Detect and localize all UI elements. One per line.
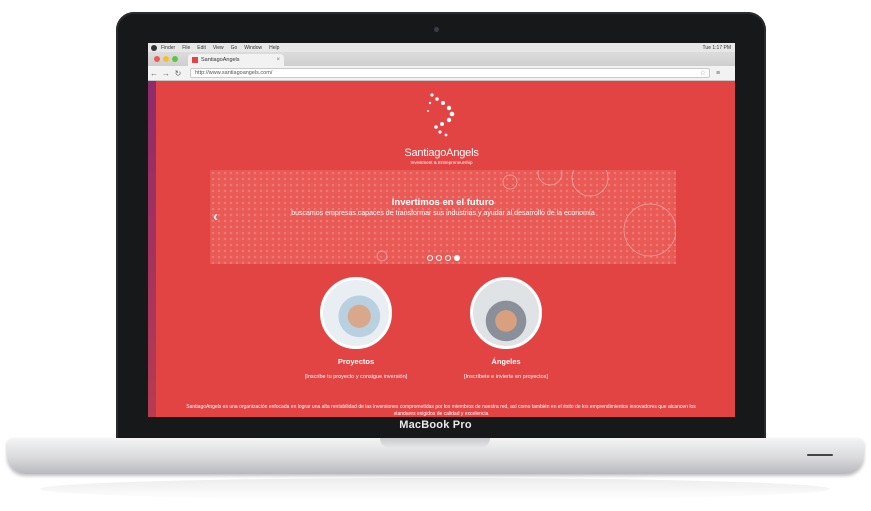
menu-view[interactable]: View (213, 45, 224, 51)
brand-tagline: Investment & Entrepreneurship (410, 160, 473, 165)
menu-window[interactable]: Window (244, 45, 262, 51)
feature-subtitle[interactable]: [Inscríbete e invierte en proyectos] (416, 374, 596, 380)
hero-slider: ‹ Invertimos en el futuro buscamos empre… (210, 170, 676, 264)
proyectos-image[interactable] (320, 277, 392, 349)
menu-edit[interactable]: Edit (197, 45, 206, 51)
laptop-reflection (40, 478, 830, 500)
browser-tabbar: SantiagoAngels × (148, 52, 735, 66)
laptop-model-label: MacBook Pro (399, 419, 472, 431)
os-menubar: Finder File Edit View Go Window Help Tue… (148, 43, 735, 52)
menu-help[interactable]: Help (269, 45, 279, 51)
angeles-image[interactable] (470, 277, 542, 349)
laptop-base (7, 438, 864, 474)
slide-subtitle: buscamos empresas capaces de transformar… (291, 210, 595, 217)
back-arrow-icon[interactable]: ← (148, 69, 160, 78)
address-bar[interactable]: http://www.santiagoangels.com/ ☆ (190, 68, 710, 78)
slider-dot[interactable] (426, 255, 433, 261)
about-text: SantiagoAngels es una organización enfoc… (186, 404, 696, 417)
close-window-button[interactable] (154, 56, 160, 62)
url-text: http://www.santiagoangels.com/ (195, 70, 273, 76)
lid-notch (380, 438, 490, 448)
tab-title: SantiagoAngels (201, 57, 240, 63)
brand-logo-icon[interactable] (424, 91, 464, 139)
web-page: SantiagoAngels Investment & Entrepreneur… (148, 81, 735, 417)
slider-dot[interactable] (435, 255, 442, 261)
menu-go[interactable]: Go (231, 45, 238, 51)
camera-icon (434, 27, 439, 32)
slider-dots (210, 248, 676, 264)
browser-tab[interactable]: SantiagoAngels × (188, 54, 284, 66)
slide-title: Invertimos en el futuro (391, 197, 495, 208)
feature-angeles[interactable]: Ángeles [Inscríbete e invierte en proyec… (416, 277, 596, 380)
tab-close-icon[interactable]: × (276, 57, 280, 63)
laptop-screen: Finder File Edit View Go Window Help Tue… (148, 43, 735, 417)
reload-icon[interactable]: ↻ (172, 69, 184, 78)
slider-dot[interactable] (453, 255, 460, 261)
zoom-window-button[interactable] (172, 56, 178, 62)
feature-title[interactable]: Ángeles (416, 357, 596, 366)
side-strip (148, 81, 156, 417)
menu-file[interactable]: File (182, 45, 190, 51)
brand-name[interactable]: SantiagoAngels (148, 147, 735, 159)
slider-dot[interactable] (444, 255, 451, 261)
bookmark-star-icon[interactable]: ☆ (700, 69, 706, 77)
apple-icon[interactable] (151, 44, 157, 51)
browser-toolbar: ← → ↻ http://www.santiagoangels.com/ ☆ ≡ (148, 66, 735, 81)
favicon-icon (192, 57, 198, 63)
menubar-clock[interactable]: Tue 1:17 PM (703, 45, 731, 51)
minimize-window-button[interactable] (163, 56, 169, 62)
browser-menu-icon[interactable]: ≡ (716, 70, 720, 77)
menu-finder[interactable]: Finder (161, 45, 175, 51)
forward-arrow-icon[interactable]: → (160, 69, 172, 78)
sleep-indicator (807, 454, 833, 456)
